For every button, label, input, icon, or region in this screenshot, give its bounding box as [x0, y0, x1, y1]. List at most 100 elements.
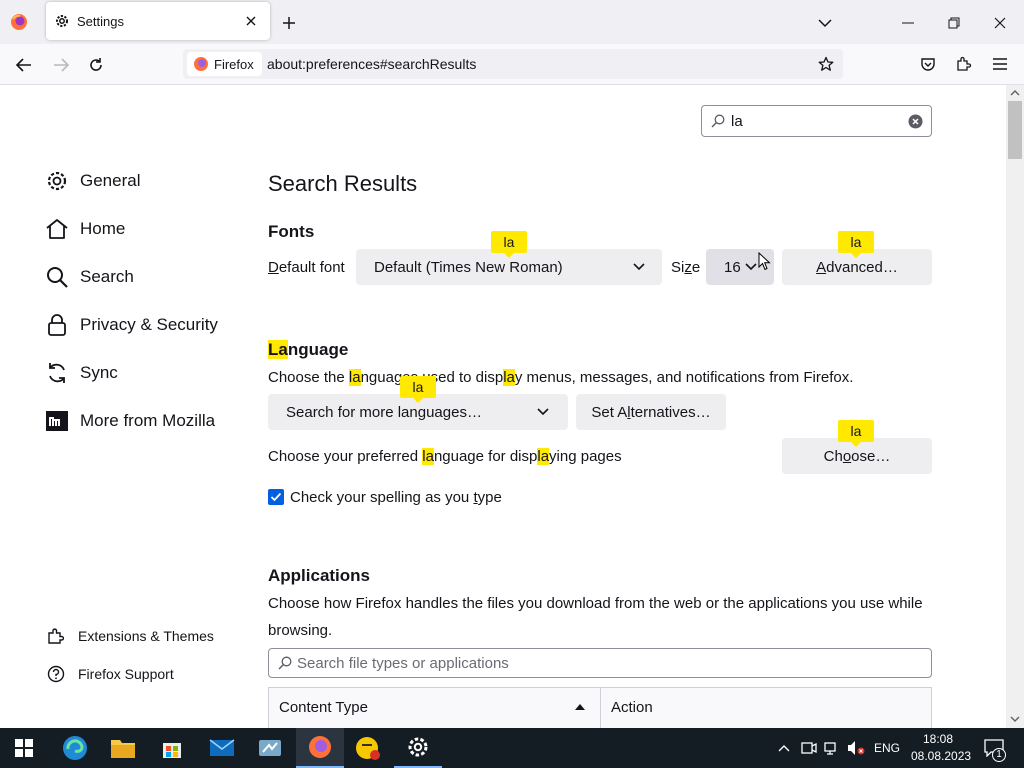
close-window-icon[interactable] — [988, 12, 1012, 34]
tray-chevron-up-icon[interactable] — [776, 740, 792, 756]
sidebar-item-sync[interactable]: Sync — [44, 360, 118, 386]
sidebar-item-more-from-mozilla[interactable]: More from Mozilla — [44, 408, 215, 434]
file-types-search-input[interactable]: Search file types or applications — [268, 648, 932, 678]
firefox-taskbar-icon[interactable] — [296, 728, 344, 768]
file-types-search-placeholder: Search file types or applications — [297, 655, 509, 672]
search-tooltip: la — [491, 231, 527, 258]
search-input-value[interactable]: la — [731, 113, 743, 130]
vertical-scrollbar[interactable] — [1006, 85, 1024, 728]
tab-settings[interactable]: Settings — [46, 2, 270, 40]
set-alternatives-post: ternatives… — [630, 403, 711, 421]
choose-pre: Ch — [823, 447, 843, 465]
sidebar-link-label: Extensions & Themes — [78, 628, 214, 644]
new-tab-icon[interactable] — [278, 12, 300, 34]
identity-label: Firefox — [214, 56, 254, 72]
webcam-icon[interactable] — [800, 739, 818, 757]
size-label: Size — [671, 259, 700, 276]
sidebar-link-label: Firefox Support — [78, 666, 174, 682]
scrollbar-thumb[interactable] — [1008, 101, 1022, 159]
sidebar-item-search[interactable]: Search — [44, 264, 134, 290]
back-icon[interactable] — [12, 53, 36, 77]
action-label: Action — [611, 699, 653, 716]
set-alternatives-button[interactable]: Set Al ternatives… — [576, 394, 726, 430]
help-icon — [46, 664, 66, 684]
sidebar-item-privacy[interactable]: Privacy & Security — [44, 312, 218, 338]
advanced-button-text: dvanced… — [826, 258, 898, 276]
app-menu-icon[interactable] — [989, 53, 1011, 75]
firefox-view-icon[interactable] — [6, 10, 32, 34]
preferred-part: nguage for disp — [433, 448, 538, 465]
input-language[interactable]: ENG — [874, 741, 900, 755]
identity-box[interactable]: Firefox — [187, 52, 262, 76]
edge-browser-icon[interactable] — [51, 728, 99, 768]
mouse-cursor-icon — [757, 251, 771, 271]
minimize-icon[interactable] — [896, 12, 920, 34]
clock-date[interactable]: 08.08.2023 — [911, 749, 971, 763]
sidebar-item-label: Home — [80, 219, 126, 238]
search-highlight: la — [537, 448, 550, 465]
default-font-value: Default (Times New Roman) — [374, 258, 563, 276]
close-tab-icon[interactable] — [242, 12, 260, 30]
sync-icon — [44, 360, 70, 386]
scroll-down-arrow-icon[interactable] — [1009, 713, 1021, 725]
default-font-label: Default font — [268, 259, 345, 276]
default-font-label-text: efault font — [278, 259, 345, 276]
extensions-puzzle-icon[interactable] — [953, 53, 975, 75]
spell-check-checkbox[interactable] — [268, 489, 284, 505]
url-bar[interactable]: Firefox about:preferences#searchResults — [183, 49, 843, 79]
microsoft-store-icon[interactable] — [148, 728, 196, 768]
column-header-content-type[interactable]: Content Type — [269, 688, 601, 728]
chevron-down-icon — [536, 407, 550, 417]
url-text[interactable]: about:preferences#searchResults — [267, 56, 476, 72]
restore-icon[interactable] — [942, 12, 966, 34]
start-windows-icon[interactable] — [0, 728, 48, 768]
list-tabs-chevron-icon[interactable] — [814, 12, 836, 34]
preferences-page: la General Home Search Privacy & Securit… — [0, 85, 1024, 728]
reload-icon[interactable] — [84, 53, 108, 77]
language-heading: Language — [268, 340, 348, 360]
preferences-search-box[interactable]: la — [701, 105, 932, 137]
clock-time[interactable]: 18:08 — [923, 732, 953, 746]
spell-pre: Check your spelling as you — [290, 489, 474, 506]
sidebar-link-extensions-themes[interactable]: Extensions & Themes — [46, 626, 214, 646]
sort-ascending-icon — [573, 702, 587, 712]
chevron-down-icon — [632, 262, 646, 272]
mail-icon[interactable] — [198, 728, 246, 768]
access-key-a: A — [816, 258, 827, 276]
access-key-d: D — [268, 259, 279, 276]
lock-icon — [44, 312, 70, 338]
file-explorer-icon[interactable] — [99, 728, 147, 768]
control-panel-icon[interactable] — [246, 728, 294, 768]
applications-table-header: Content Type Action — [268, 687, 932, 728]
search-icon — [44, 264, 70, 290]
set-alternatives-pre: Set A — [591, 403, 628, 421]
app-yellow-icon[interactable] — [344, 728, 392, 768]
applications-description-line1: Choose how Firefox handles the files you… — [268, 595, 923, 612]
clear-search-icon[interactable] — [907, 113, 924, 130]
applications-heading: Applications — [268, 566, 371, 585]
scroll-up-arrow-icon[interactable] — [1009, 87, 1021, 99]
sidebar-item-label: More from Mozilla — [80, 411, 216, 430]
forward-icon[interactable] — [49, 53, 73, 77]
notification-count-badge: 1 — [992, 748, 1006, 762]
sidebar-item-home[interactable]: Home — [44, 216, 125, 242]
more-languages-label: Search for more languages… — [286, 403, 482, 421]
volume-muted-icon[interactable] — [846, 739, 866, 757]
network-icon[interactable] — [823, 739, 841, 757]
pocket-icon[interactable] — [917, 53, 939, 75]
settings-gear-icon[interactable] — [394, 728, 442, 768]
checkmark-icon — [270, 492, 282, 502]
language-desc-part: Choose the — [268, 369, 349, 386]
language-desc-part: y menus, messages, and notifications fro… — [514, 369, 854, 386]
column-header-action[interactable]: Action — [601, 688, 931, 728]
search-icon — [710, 113, 726, 129]
fonts-heading: Fonts — [268, 222, 315, 241]
sidebar-item-general[interactable]: General — [44, 168, 140, 194]
search-highlight: La — [268, 340, 288, 359]
sidebar-link-firefox-support[interactable]: Firefox Support — [46, 664, 174, 684]
bookmark-star-icon[interactable] — [815, 54, 837, 74]
preferred-part: ying pages — [549, 448, 622, 465]
size-label-pre: Si — [671, 259, 685, 276]
search-highlight: la — [503, 369, 515, 386]
spell-check-label[interactable]: Check your spelling as you type — [290, 489, 502, 506]
